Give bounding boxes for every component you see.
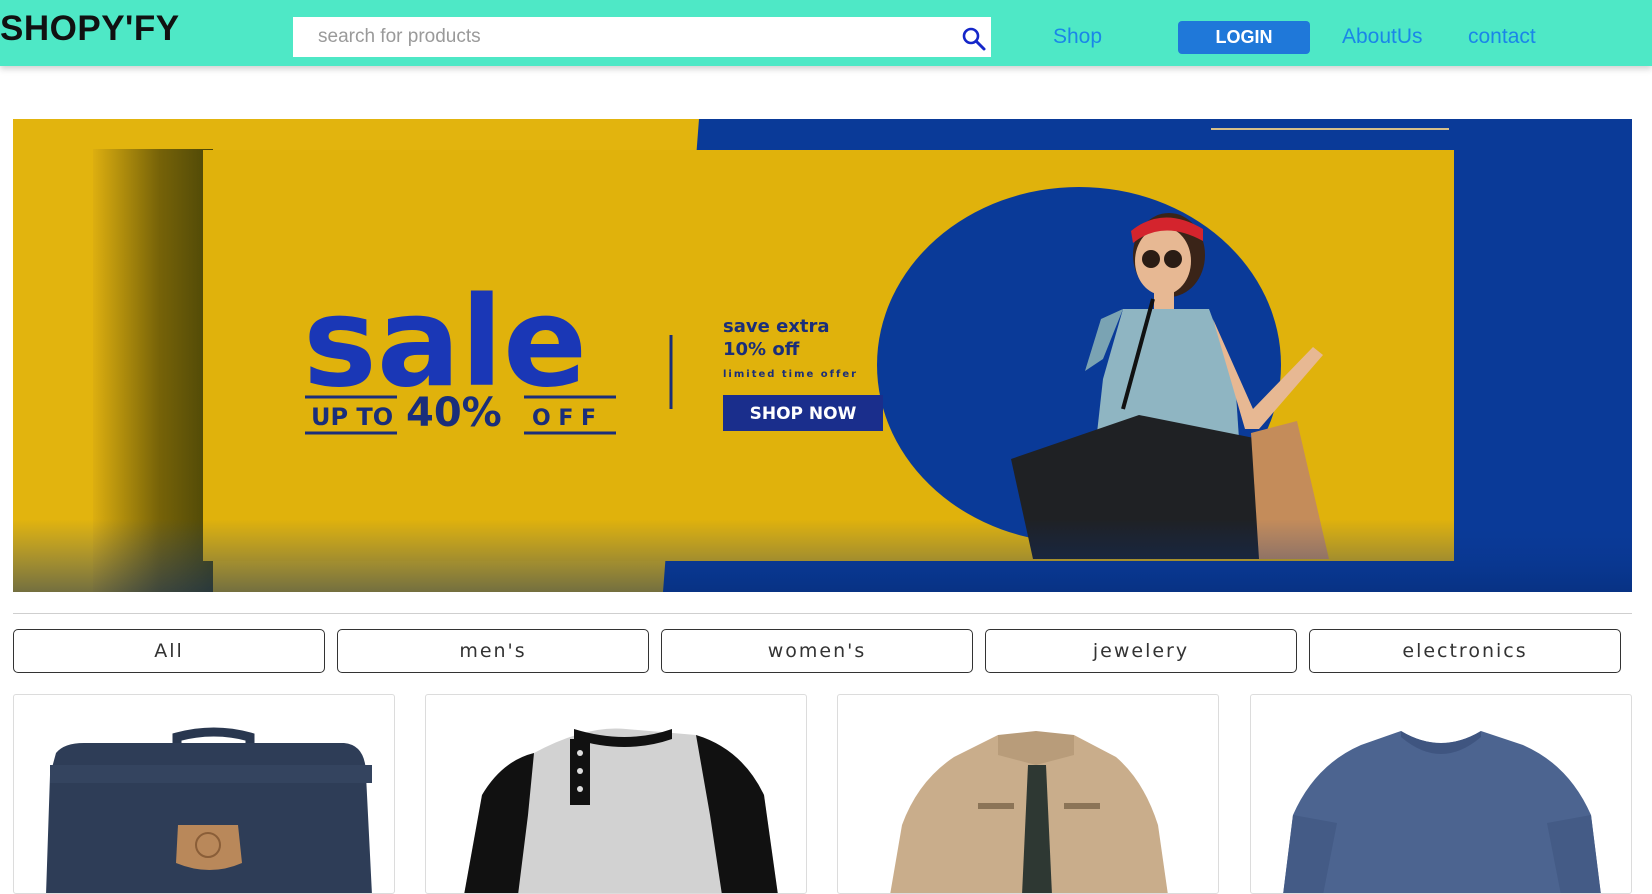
product-card[interactable]: [837, 694, 1219, 894]
search-input[interactable]: [293, 17, 933, 57]
nav-contact-link[interactable]: contact: [1468, 25, 1536, 49]
section-divider: [13, 613, 1632, 614]
vneck-longsleeve-icon: [1283, 731, 1601, 893]
filter-electronics-button[interactable]: electronics: [1309, 629, 1621, 673]
search-bar: [293, 17, 991, 57]
login-button[interactable]: LOGIN: [1178, 21, 1310, 54]
limited-offer-label: limited time offer: [723, 369, 858, 380]
shop-now-label: SHOP NOW: [750, 404, 857, 424]
jacket-icon: [890, 731, 1168, 893]
site-logo[interactable]: SHOPY'FY: [0, 9, 180, 49]
top-navbar: SHOPY'FY Shop LOGIN AboutUs contact: [0, 0, 1652, 66]
category-filters: All men's women's jewelery electronics: [13, 629, 1633, 675]
percent-label: 40%: [406, 390, 502, 436]
filter-all-button[interactable]: All: [13, 629, 325, 673]
ten-percent-label: 10% off: [723, 339, 800, 360]
search-icon[interactable]: [961, 26, 987, 52]
backpack-icon: [46, 727, 372, 893]
filter-mens-button[interactable]: men's: [337, 629, 649, 673]
filter-womens-button[interactable]: women's: [661, 629, 973, 673]
promo-banner[interactable]: sale UP TO 40% O F F save extra 10% off …: [13, 119, 1632, 592]
off-label: O F F: [532, 406, 596, 431]
filter-jewelery-button[interactable]: jewelery: [985, 629, 1297, 673]
nav-aboutus-link[interactable]: AboutUs: [1342, 25, 1423, 49]
product-card[interactable]: [13, 694, 395, 894]
product-card[interactable]: [1250, 694, 1632, 894]
product-card[interactable]: [425, 694, 807, 894]
raglan-henley-shirt-icon: [464, 728, 778, 893]
up-to-label: UP TO: [311, 403, 393, 431]
nav-shop-link[interactable]: Shop: [1053, 25, 1102, 49]
save-extra-label: save extra: [723, 316, 830, 337]
